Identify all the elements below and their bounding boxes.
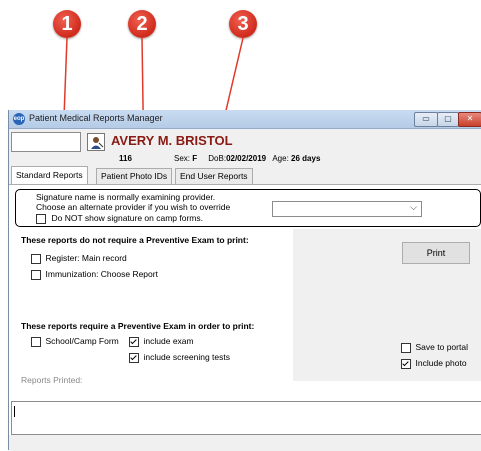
tab-patient-photo-ids[interactable]: Patient Photo IDs <box>96 168 173 184</box>
patient-demographics: Sex: F DoB:02/02/2019 Age: 26 days <box>174 154 320 163</box>
tab-standard-reports[interactable]: Standard Reports <box>11 166 88 184</box>
app-logo-icon: eop <box>13 113 25 125</box>
patient-avatar-icon[interactable] <box>87 133 105 151</box>
dob-label: DoB: <box>208 154 227 163</box>
window-title: Patient Medical Reports Manager <box>29 113 163 123</box>
signature-note-1: Signature name is normally examining pro… <box>36 192 216 202</box>
include-exam-option[interactable]: include exam <box>129 336 194 347</box>
include-photo-option[interactable]: Include photo <box>401 358 467 369</box>
age-label: Age: <box>272 154 289 163</box>
include-exam-label: include exam <box>143 336 194 346</box>
close-button[interactable]: ✕ <box>458 112 481 127</box>
school-camp-form-checkbox[interactable] <box>31 336 41 347</box>
signature-note-2: Choose an alternate provider if you wish… <box>36 202 231 212</box>
reports-printed-label: Reports Printed: <box>21 375 83 385</box>
tab-end-user-reports[interactable]: End User Reports <box>175 168 253 184</box>
text-cursor <box>14 406 15 417</box>
do-not-show-signature-option[interactable]: Do NOT show signature on camp forms. <box>36 213 203 224</box>
maximize-button[interactable]: ▢ <box>437 112 459 127</box>
school-camp-form-label: School/Camp Form <box>45 336 119 346</box>
exam-section-header: These reports require a Preventive Exam … <box>21 321 255 331</box>
no-exam-section-header: These reports do not require a Preventiv… <box>21 235 249 245</box>
patient-id: 116 <box>119 154 132 163</box>
include-screening-label: include screening tests <box>143 352 230 362</box>
immunization-option[interactable]: Immunization: Choose Report <box>31 269 158 280</box>
provider-dropdown[interactable]: ⌵ <box>272 201 422 217</box>
sex-value: F <box>192 154 198 163</box>
include-photo-checkbox[interactable] <box>401 358 411 369</box>
include-photo-label: Include photo <box>415 358 467 368</box>
include-screening-option[interactable]: include screening tests <box>129 352 230 363</box>
standard-reports-panel: Signature name is normally examining pro… <box>9 184 481 451</box>
immunization-label: Immunization: Choose Report <box>45 269 158 279</box>
bottom-status-area <box>9 435 481 451</box>
do-not-show-signature-checkbox[interactable] <box>36 213 46 224</box>
register-main-record-label: Register: Main record <box>45 253 127 263</box>
dob-value: 02/02/2019 <box>226 154 267 163</box>
save-to-portal-checkbox[interactable] <box>401 342 411 353</box>
print-button[interactable]: Print <box>402 242 470 264</box>
reports-manager-window: eop Patient Medical Reports Manager ▭ ▢ … <box>8 110 481 451</box>
register-main-record-checkbox[interactable] <box>31 253 41 264</box>
age-value: 26 days <box>291 154 321 163</box>
immunization-checkbox[interactable] <box>31 269 41 280</box>
title-bar: eop Patient Medical Reports Manager ▭ ▢ … <box>9 110 481 129</box>
reports-printed-log[interactable] <box>11 401 481 435</box>
minimize-button[interactable]: ▭ <box>414 112 438 127</box>
include-screening-checkbox[interactable] <box>129 352 139 363</box>
do-not-show-signature-label: Do NOT show signature on camp forms. <box>51 213 204 223</box>
signature-box: Signature name is normally examining pro… <box>15 189 481 227</box>
include-exam-checkbox[interactable] <box>129 336 139 347</box>
save-to-portal-option[interactable]: Save to portal <box>401 342 468 353</box>
school-camp-form-option[interactable]: School/Camp Form <box>31 336 119 347</box>
save-to-portal-label: Save to portal <box>415 342 468 352</box>
patient-search-field[interactable] <box>11 132 81 152</box>
chevron-down-icon: ⌵ <box>410 202 417 212</box>
sex-label: Sex: <box>174 154 191 163</box>
patient-name: AVERY M. BRISTOL <box>111 133 233 148</box>
register-main-record-option[interactable]: Register: Main record <box>31 253 127 264</box>
